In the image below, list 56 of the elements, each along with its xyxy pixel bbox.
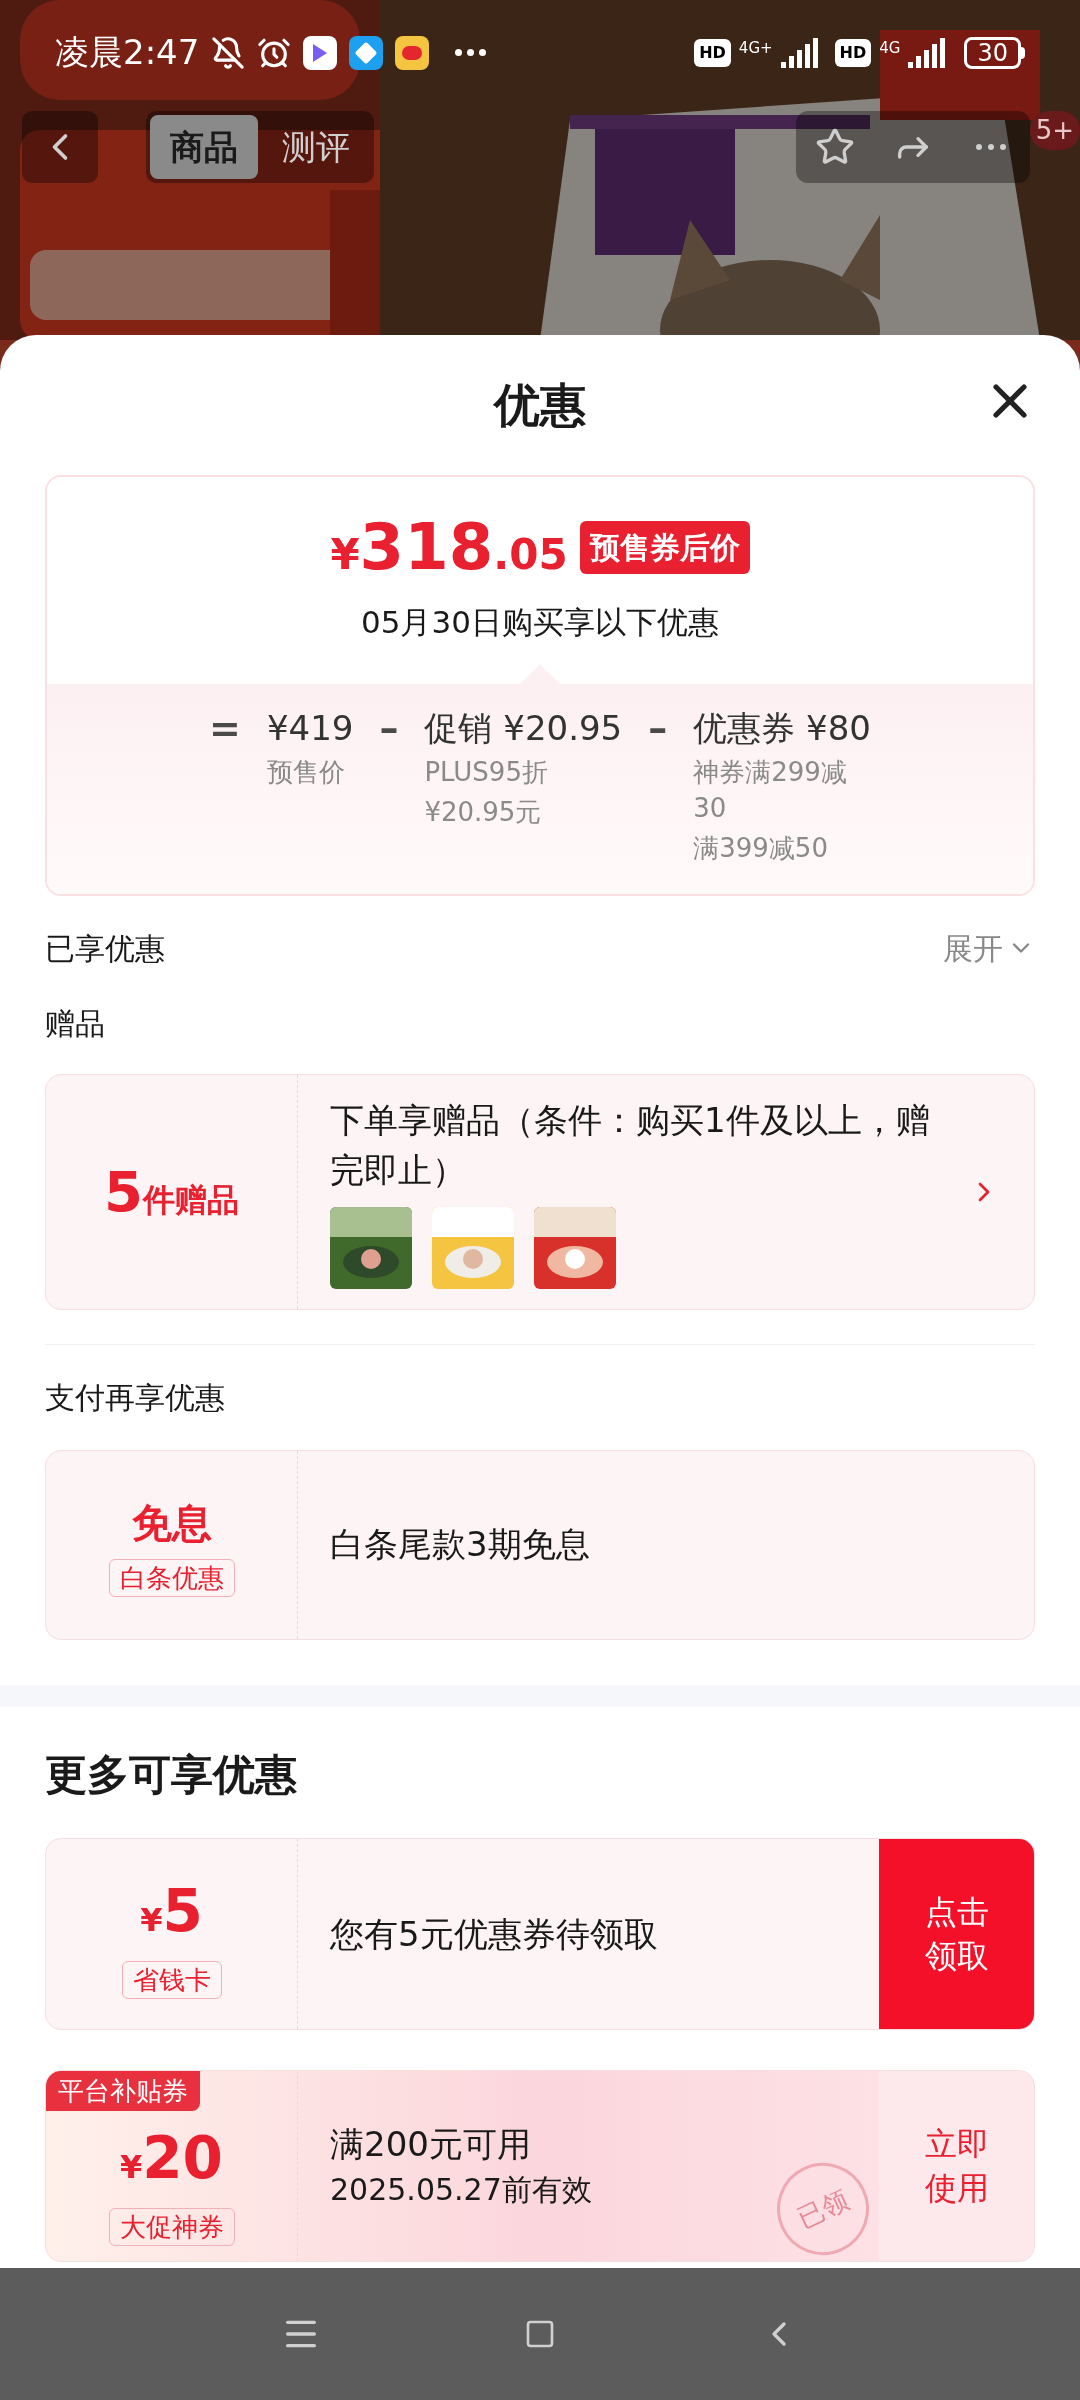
price-tag: 预售券后价 — [579, 520, 750, 574]
offer-card[interactable]: 免息 白条优惠 白条尾款3期免息 — [45, 1449, 1035, 1640]
section-title: 赠品 — [44, 1004, 106, 1043]
app-icon — [349, 35, 384, 70]
coupon-action-button[interactable]: 点击领取 — [879, 1838, 1034, 2029]
hd-label: HD — [694, 38, 731, 67]
breakdown-amount: ¥419 — [266, 706, 354, 750]
bell-off-icon — [211, 35, 246, 70]
gift-count: 5件赠品 — [104, 1157, 239, 1226]
final-price: ¥318.05 — [330, 509, 568, 586]
offer-headline: 免息 — [131, 1498, 212, 1548]
home-icon[interactable] — [524, 2318, 556, 2350]
coupon-text: 2025.05.27前有效 — [330, 2170, 592, 2209]
sheet-title: 优惠 — [494, 376, 586, 434]
star-icon — [815, 127, 855, 167]
coupon-tag: 大促神券 — [108, 2208, 235, 2246]
gift-description: 下单享赠品（条件：购买1件及以上，赠完即止） — [330, 1098, 931, 1192]
operator-sign: = — [209, 705, 241, 752]
coupon-ribbon: 平台补贴券 — [46, 2070, 200, 2111]
network-label: 4G+ — [738, 37, 773, 59]
breakdown-detail: PLUS95折 — [424, 755, 549, 789]
breakdown-detail: ¥20.95元 — [424, 795, 543, 829]
breakdown-detail: 预售价 — [266, 755, 346, 789]
coupon-amount: ¥20 — [120, 2123, 223, 2194]
back-button[interactable] — [22, 111, 98, 183]
app-icon — [395, 35, 430, 70]
offer-card[interactable]: ¥5 省钱卡 您有5元优惠券待领取 点击领取 — [45, 1837, 1035, 2030]
tab[interactable]: 测评 — [262, 115, 370, 179]
offer-tag: 白条优惠 — [108, 1558, 235, 1597]
offer-card[interactable]: 5件赠品 下单享赠品（条件：购买1件及以上，赠完即止） — [45, 1073, 1035, 1310]
app-icon — [303, 35, 338, 70]
section-title: 更多可享优惠 — [44, 1748, 298, 1801]
breakdown-detail: 神券满299减30 — [693, 755, 848, 825]
section-title: 已享优惠 — [45, 929, 165, 968]
battery-indicator: 30 — [964, 36, 1021, 69]
offer-card[interactable]: 平台补贴券 ¥20 大促神券 满200元可用 2025.05.27前有效 已领 立即使用 — [45, 2069, 1035, 2262]
more-icon — [976, 144, 1006, 150]
coupon-amount: ¥5 — [140, 1876, 203, 1947]
breakdown-amount: 优惠券 ¥80 — [693, 706, 871, 750]
status-time: 凌晨2:47 — [55, 31, 200, 74]
offer-text: 白条尾款3期免息 — [330, 1523, 591, 1566]
coupon-text: 满200元可用 — [330, 2122, 531, 2166]
operator-sign: – — [379, 705, 399, 752]
expand-button[interactable]: 展开 — [943, 925, 1035, 971]
network-label: 4G — [879, 37, 901, 59]
more-icon — [455, 49, 487, 56]
coupon-tag: 省钱卡 — [121, 1961, 222, 1999]
price-note: 05月30日购买享以下优惠 — [361, 603, 719, 642]
signal-icon — [780, 37, 821, 68]
coupon-action-button[interactable]: 立即使用 — [879, 2070, 1034, 2261]
breakdown-detail: 满399减50 — [693, 831, 829, 865]
operator-sign: – — [648, 705, 668, 752]
coupon-text: 您有5元优惠券待领取 — [330, 1912, 658, 1956]
breakdown-amount: 促销 ¥20.95 — [424, 706, 623, 750]
section-title: 支付再享优惠 — [44, 1378, 226, 1417]
tab[interactable]: 商品 — [150, 115, 258, 179]
